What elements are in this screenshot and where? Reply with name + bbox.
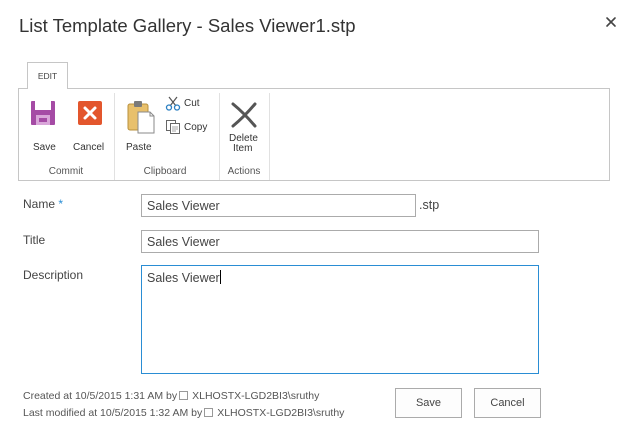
dialog-title: List Template Gallery - Sales Viewer1.st… [19,15,356,36]
group-label-commit: Commit [48,166,84,177]
name-input[interactable] [141,194,416,217]
name-extension: .stp [419,198,440,212]
group-divider [114,93,115,180]
name-label: Name * [23,197,63,211]
description-text: Sales Viewer [147,271,220,285]
modified-text: Last modified at 10/5/2015 1:32 AM by [23,407,203,419]
delete-item-button[interactable]: Delete Item [225,97,265,155]
save-icon [30,100,56,131]
cut-label: Cut [184,98,200,109]
cancel-button[interactable]: Cancel [474,388,541,418]
modified-by-user[interactable]: XLHOSTX-LGD2BI3\sruthy [217,407,344,419]
delete-item-icon [229,100,259,135]
title-input[interactable] [141,230,539,253]
paste-button[interactable]: Paste [123,97,159,153]
ribbon: Save Cancel Commit Paste Cut Copy Clipbo… [18,88,610,181]
copy-icon [165,119,181,140]
copy-button[interactable]: Copy [165,119,213,135]
cut-icon [165,95,181,116]
description-input[interactable]: Sales Viewer [141,265,539,374]
user-presence-icon [204,408,214,417]
name-label-text: Name [23,197,56,211]
description-label: Description [23,268,84,282]
modified-info: Last modified at 10/5/2015 1:32 AM by XLH… [23,407,344,419]
ribbon-save-label: Save [33,142,56,153]
cut-button[interactable]: Cut [165,95,205,111]
ribbon-cancel-button[interactable]: Cancel [71,97,107,153]
ribbon-save-button[interactable]: Save [27,97,61,153]
created-by-user[interactable]: XLHOSTX-LGD2BI3\sruthy [192,390,319,402]
cancel-icon [77,100,103,131]
paste-label: Paste [126,142,152,153]
text-caret [219,270,221,284]
save-button[interactable]: Save [395,388,462,418]
group-divider [219,93,220,180]
tab-edit[interactable]: EDIT [27,62,68,89]
ribbon-cancel-label: Cancel [73,142,105,153]
delete-item-label-line2: Item [233,143,253,154]
copy-label: Copy [184,122,208,133]
created-text: Created at 10/5/2015 1:31 AM by [23,390,178,402]
close-icon[interactable] [601,12,621,32]
paste-icon [127,100,155,139]
group-divider [269,93,270,180]
group-label-clipboard: Clipboard [143,166,187,177]
group-label-actions: Actions [227,166,261,177]
created-info: Created at 10/5/2015 1:31 AM by XLHOSTX-L… [23,390,319,402]
user-presence-icon [179,391,189,400]
required-marker: * [58,197,64,211]
title-label: Title [23,233,46,247]
